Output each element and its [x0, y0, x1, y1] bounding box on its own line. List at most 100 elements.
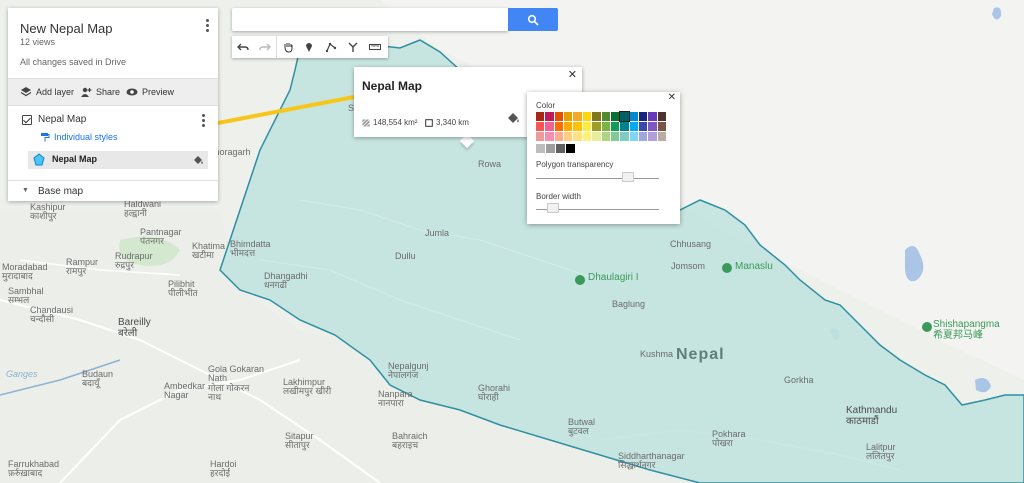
directions-button[interactable]: [342, 36, 364, 58]
transparency-slider-handle[interactable]: [622, 172, 634, 182]
swatch-row: [536, 111, 667, 122]
color-swatches: [536, 111, 667, 154]
paint-bucket-icon[interactable]: [506, 111, 520, 125]
polygon-icon: [33, 153, 45, 166]
redo-icon: [259, 43, 271, 51]
color-swatch[interactable]: [573, 122, 582, 131]
color-swatch[interactable]: [582, 112, 592, 121]
pan-tool-button[interactable]: [276, 36, 298, 58]
add-layer-label: Add layer: [36, 87, 75, 97]
add-marker-button[interactable]: [298, 36, 320, 58]
swatch-row: [536, 132, 667, 141]
base-map-item[interactable]: ▼ Base map: [8, 180, 218, 200]
search-button[interactable]: [508, 8, 558, 31]
color-swatch[interactable]: [629, 112, 638, 121]
swatch-row: [536, 122, 667, 131]
add-layer-button[interactable]: Add layer: [20, 86, 74, 98]
color-swatch[interactable]: [620, 122, 629, 131]
color-swatch[interactable]: [610, 112, 620, 121]
share-button[interactable]: Share: [80, 86, 120, 98]
mountain-peak-icon[interactable]: [922, 322, 932, 332]
color-swatch[interactable]: [566, 144, 575, 153]
place-label-siddhartha: Siddharthanagar सिद्धार्थनगर: [618, 451, 685, 471]
paint-bucket-icon[interactable]: [192, 154, 204, 166]
color-swatch[interactable]: [564, 132, 573, 141]
color-swatch[interactable]: [638, 112, 648, 121]
close-icon[interactable]: ✕: [668, 92, 676, 103]
color-swatch[interactable]: [619, 111, 630, 122]
color-swatch[interactable]: [657, 112, 667, 121]
color-swatch[interactable]: [554, 122, 564, 131]
color-swatch[interactable]: [648, 122, 657, 131]
color-swatch[interactable]: [629, 132, 638, 141]
map-options-icon[interactable]: [202, 17, 212, 33]
transparency-label: Polygon transparency: [536, 160, 614, 169]
color-swatch[interactable]: [648, 132, 657, 141]
map-title[interactable]: New Nepal Map: [20, 21, 113, 36]
close-icon[interactable]: ✕: [568, 68, 577, 81]
feature-item[interactable]: Nepal Map: [28, 151, 208, 169]
color-swatch[interactable]: [610, 132, 620, 141]
color-swatch[interactable]: [545, 112, 554, 121]
color-swatch[interactable]: [629, 122, 638, 131]
place-label-kashipur: Kashipur काशीपुर: [30, 202, 66, 222]
add-person-icon: [81, 87, 92, 97]
color-swatch[interactable]: [601, 132, 610, 141]
color-swatch[interactable]: [657, 132, 667, 141]
place-label-hardoi: Hardoi हरदोई: [210, 459, 237, 479]
color-swatch[interactable]: [545, 132, 554, 141]
color-swatch[interactable]: [564, 122, 573, 131]
color-swatch[interactable]: [536, 112, 545, 121]
place-label-pilibhit: Pilibhit पीलीभीत: [168, 279, 198, 299]
layer-options-icon[interactable]: [198, 112, 208, 128]
measure-button[interactable]: [364, 36, 386, 58]
marker-icon: [306, 43, 312, 52]
area-value: 148,554 km²: [373, 118, 418, 127]
color-swatch[interactable]: [554, 132, 564, 141]
place-label-kathmandu: Kathmandu काठमाडौं: [846, 405, 898, 427]
preview-button[interactable]: Preview: [126, 86, 174, 98]
popup-title[interactable]: Nepal Map: [362, 79, 422, 93]
color-swatch[interactable]: [620, 132, 629, 141]
search-input[interactable]: [232, 8, 508, 31]
draw-line-button[interactable]: [320, 36, 342, 58]
expand-arrow-icon[interactable]: ▼: [22, 187, 29, 194]
color-swatch[interactable]: [556, 144, 565, 153]
color-swatch[interactable]: [638, 122, 648, 131]
mountain-peak-icon[interactable]: [575, 275, 585, 285]
color-swatch[interactable]: [573, 112, 582, 121]
color-swatch[interactable]: [638, 132, 648, 141]
color-swatch[interactable]: [546, 144, 555, 153]
color-swatch[interactable]: [582, 132, 592, 141]
place-label-baglung: Baglung: [612, 299, 646, 309]
individual-styles-link[interactable]: Individual styles: [40, 132, 118, 142]
color-swatch[interactable]: [573, 132, 582, 141]
color-swatch[interactable]: [582, 122, 592, 131]
color-swatch[interactable]: [592, 122, 601, 131]
color-swatch[interactable]: [657, 122, 667, 131]
place-label-gorkha: Gorkha: [784, 375, 814, 385]
color-swatch[interactable]: [601, 112, 610, 121]
place-label-chhusang: Chhusang: [670, 239, 712, 249]
undo-button[interactable]: [232, 36, 254, 58]
color-swatch[interactable]: [536, 122, 545, 131]
map-tools: [232, 36, 388, 58]
color-swatch[interactable]: [601, 122, 610, 131]
transparency-slider-track[interactable]: [536, 178, 659, 179]
border-width-slider-handle[interactable]: [547, 203, 559, 213]
layer-visibility-checkbox[interactable]: [22, 115, 32, 125]
color-swatch[interactable]: [545, 122, 554, 131]
color-swatch[interactable]: [610, 122, 620, 131]
color-swatch[interactable]: [592, 112, 601, 121]
color-swatch[interactable]: [554, 112, 564, 121]
directions-icon: [348, 42, 358, 52]
color-swatch[interactable]: [648, 112, 657, 121]
hand-icon: [283, 43, 293, 53]
color-swatch[interactable]: [592, 132, 601, 141]
layer-name[interactable]: Nepal Map: [38, 114, 86, 125]
color-swatch[interactable]: [536, 132, 545, 141]
redo-button[interactable]: [254, 36, 276, 58]
color-swatch[interactable]: [564, 112, 573, 121]
mountain-peak-icon[interactable]: [722, 263, 732, 273]
color-swatch[interactable]: [536, 144, 545, 153]
